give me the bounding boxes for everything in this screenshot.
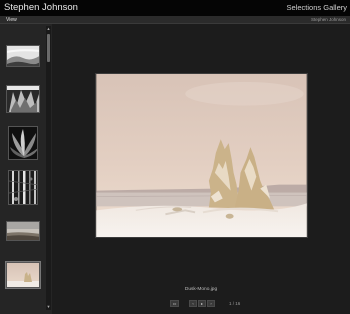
menu-bar: View Stephen Johnson [0, 16, 350, 24]
thumbnail-item[interactable] [4, 84, 42, 114]
thumbnail-item[interactable] [4, 125, 42, 161]
photo-counter: 1 / 16 [229, 301, 241, 306]
site-title[interactable]: Stephen Johnson [4, 2, 78, 13]
thumbnail-item[interactable] [4, 220, 42, 242]
thumbnail-sidebar: ▲ ▼ [0, 24, 52, 314]
view-menu[interactable]: View [6, 16, 17, 24]
thumbnail-bw-rocks[interactable] [6, 85, 40, 113]
photo-caption: Dusk-Mono.jpg [184, 287, 218, 292]
thumbnail-item-selected[interactable] [4, 261, 42, 289]
triangle-down-icon[interactable]: ▼ [46, 304, 51, 310]
thumbnail-bw-agave[interactable] [8, 126, 38, 160]
thumbnail-tufa-snow[interactable] [5, 261, 41, 289]
thumbnail-item[interactable] [4, 44, 42, 68]
header: Stephen Johnson Selections Gallery [0, 0, 350, 16]
play-icon[interactable]: ▸ [198, 300, 206, 307]
gallery-title: Selections Gallery [286, 3, 347, 12]
main-photo[interactable] [95, 73, 308, 238]
thumbnail-shoreline[interactable] [6, 221, 40, 241]
fullscreen-icon[interactable]: ▭ [170, 300, 179, 307]
sidebar-scrollbar[interactable]: ▲ ▼ [46, 26, 51, 310]
photographer-credit: Stephen Johnson [310, 17, 346, 22]
chevron-left-icon[interactable]: ‹ [189, 300, 197, 307]
thumbnail-item[interactable] [4, 169, 42, 205]
scrollbar-thumb[interactable] [47, 34, 50, 62]
thumbnail-bw-landscape[interactable] [6, 45, 40, 67]
thumbnail-bw-forest[interactable] [8, 169, 38, 205]
chevron-right-icon[interactable]: › [207, 300, 215, 307]
triangle-up-icon[interactable]: ▲ [46, 26, 51, 32]
